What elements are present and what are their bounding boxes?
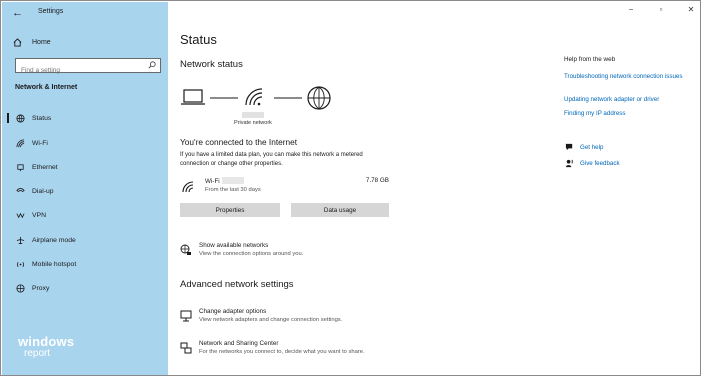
watermark-line2: report bbox=[24, 348, 51, 359]
network-status-heading: Network status bbox=[180, 59, 243, 70]
wifi-usage-row: Wi-Fi From the last 30 days 7.78 GB bbox=[180, 177, 395, 197]
change-adapter-options-link[interactable]: Change adapter options View network adap… bbox=[180, 308, 440, 330]
sidebar: ← Settings Home Network & Internet Statu… bbox=[2, 2, 168, 375]
sidebar-item-airplane-mode[interactable]: Airplane mode bbox=[2, 232, 168, 248]
airplane-icon bbox=[15, 235, 25, 245]
sidebar-item-label: Ethernet bbox=[32, 163, 58, 171]
sidebar-item-dialup[interactable]: Dial-up bbox=[2, 183, 168, 199]
search-input[interactable] bbox=[16, 64, 142, 77]
redacted-ssid bbox=[221, 177, 244, 184]
show-available-networks-link[interactable]: Show available networks View the connect… bbox=[180, 242, 440, 264]
internet-globe-icon bbox=[307, 86, 331, 110]
sidebar-item-wifi[interactable]: Wi-Fi bbox=[2, 135, 168, 151]
wifi-data-usage: 7.78 GB bbox=[365, 177, 389, 184]
data-usage-button[interactable]: Data usage bbox=[291, 203, 389, 217]
connection-status-title: You're connected to the Internet bbox=[180, 137, 298, 147]
sidebar-item-ethernet[interactable]: Ethernet bbox=[2, 159, 168, 175]
watermark-line1: windows bbox=[18, 334, 75, 349]
laptop-icon bbox=[181, 89, 205, 105]
hotspot-icon bbox=[15, 259, 25, 269]
title-bar: ← Settings bbox=[2, 2, 168, 24]
sharing-center-description: For the networks you connect to, decide … bbox=[199, 349, 365, 355]
help-pane: Help from the web Troubleshooting networ… bbox=[564, 1, 699, 376]
sidebar-item-label: Status bbox=[32, 114, 52, 122]
ethernet-icon bbox=[15, 162, 25, 172]
get-help-link[interactable]: Get help bbox=[564, 143, 694, 155]
sharing-center-title: Network and Sharing Center bbox=[199, 340, 279, 347]
sharing-center-icon bbox=[180, 342, 192, 354]
sidebar-item-label: Home bbox=[32, 38, 51, 46]
sidebar-item-label: VPN bbox=[32, 211, 46, 219]
sidebar-item-label: Wi-Fi bbox=[32, 139, 48, 147]
help-link-troubleshooting[interactable]: Troubleshooting network connection issue… bbox=[564, 73, 694, 82]
sidebar-item-status[interactable]: Status bbox=[2, 110, 168, 126]
sidebar-item-vpn[interactable]: VPN bbox=[2, 207, 168, 223]
proxy-icon bbox=[15, 283, 25, 293]
sidebar-item-mobile-hotspot[interactable]: Mobile hotspot bbox=[2, 256, 168, 272]
watermark-logo: windows report bbox=[18, 335, 98, 363]
network-type-label: Private network bbox=[234, 120, 272, 126]
sidebar-item-label: Mobile hotspot bbox=[32, 260, 77, 268]
wifi-label: Wi-Fi bbox=[205, 178, 220, 185]
active-indicator bbox=[7, 113, 9, 123]
network-globe-icon bbox=[180, 244, 191, 255]
show-networks-title: Show available networks bbox=[199, 242, 269, 249]
wifi-usage-period: From the last 30 days bbox=[205, 187, 261, 193]
change-adapter-title: Change adapter options bbox=[199, 308, 267, 315]
sidebar-item-home[interactable]: Home bbox=[13, 36, 51, 48]
get-help-icon bbox=[565, 143, 573, 151]
search-icon[interactable] bbox=[148, 61, 156, 69]
properties-button[interactable]: Properties bbox=[180, 203, 280, 217]
vpn-icon bbox=[15, 210, 25, 220]
sidebar-item-label: Airplane mode bbox=[32, 236, 76, 244]
adapter-monitor-icon bbox=[180, 310, 192, 322]
dialup-icon bbox=[15, 186, 25, 196]
give-feedback-label: Give feedback bbox=[580, 160, 620, 167]
search-field[interactable] bbox=[15, 58, 161, 77]
sidebar-item-proxy[interactable]: Proxy bbox=[2, 280, 168, 296]
change-adapter-description: View network adapters and change connect… bbox=[199, 317, 343, 323]
network-sharing-center-link[interactable]: Network and Sharing Center For the netwo… bbox=[180, 340, 440, 362]
feedback-icon bbox=[565, 159, 573, 168]
help-link-update-adapter[interactable]: Updating network adapter or driver bbox=[564, 96, 694, 105]
connection-status-description: If you have a limited data plan, you can… bbox=[180, 152, 363, 167]
sidebar-section-label: Network & Internet bbox=[15, 84, 78, 91]
help-link-find-ip[interactable]: Finding my IP address bbox=[564, 110, 694, 119]
page-title: Status bbox=[180, 32, 217, 47]
show-networks-description: View the connection options around you. bbox=[199, 251, 304, 257]
settings-window: ← Settings Home Network & Internet Statu… bbox=[0, 0, 701, 376]
wifi-signal-icon bbox=[245, 88, 263, 106]
sidebar-item-label: Proxy bbox=[32, 284, 50, 292]
main-content: Status Network status Private network Yo… bbox=[180, 1, 540, 376]
globe-icon bbox=[15, 113, 25, 123]
help-title: Help from the web bbox=[564, 56, 616, 63]
advanced-settings-heading: Advanced network settings bbox=[180, 279, 294, 290]
redacted-network-name bbox=[242, 112, 264, 118]
back-arrow-icon[interactable]: ← bbox=[12, 6, 26, 20]
get-help-label: Get help bbox=[580, 144, 604, 151]
wifi-icon bbox=[15, 138, 25, 148]
sidebar-item-label: Dial-up bbox=[32, 187, 54, 195]
give-feedback-link[interactable]: Give feedback bbox=[564, 159, 694, 171]
home-icon bbox=[13, 37, 22, 47]
wifi-icon bbox=[182, 181, 194, 193]
wifi-network-name: Wi-Fi bbox=[205, 177, 244, 185]
app-title: Settings bbox=[38, 8, 64, 15]
